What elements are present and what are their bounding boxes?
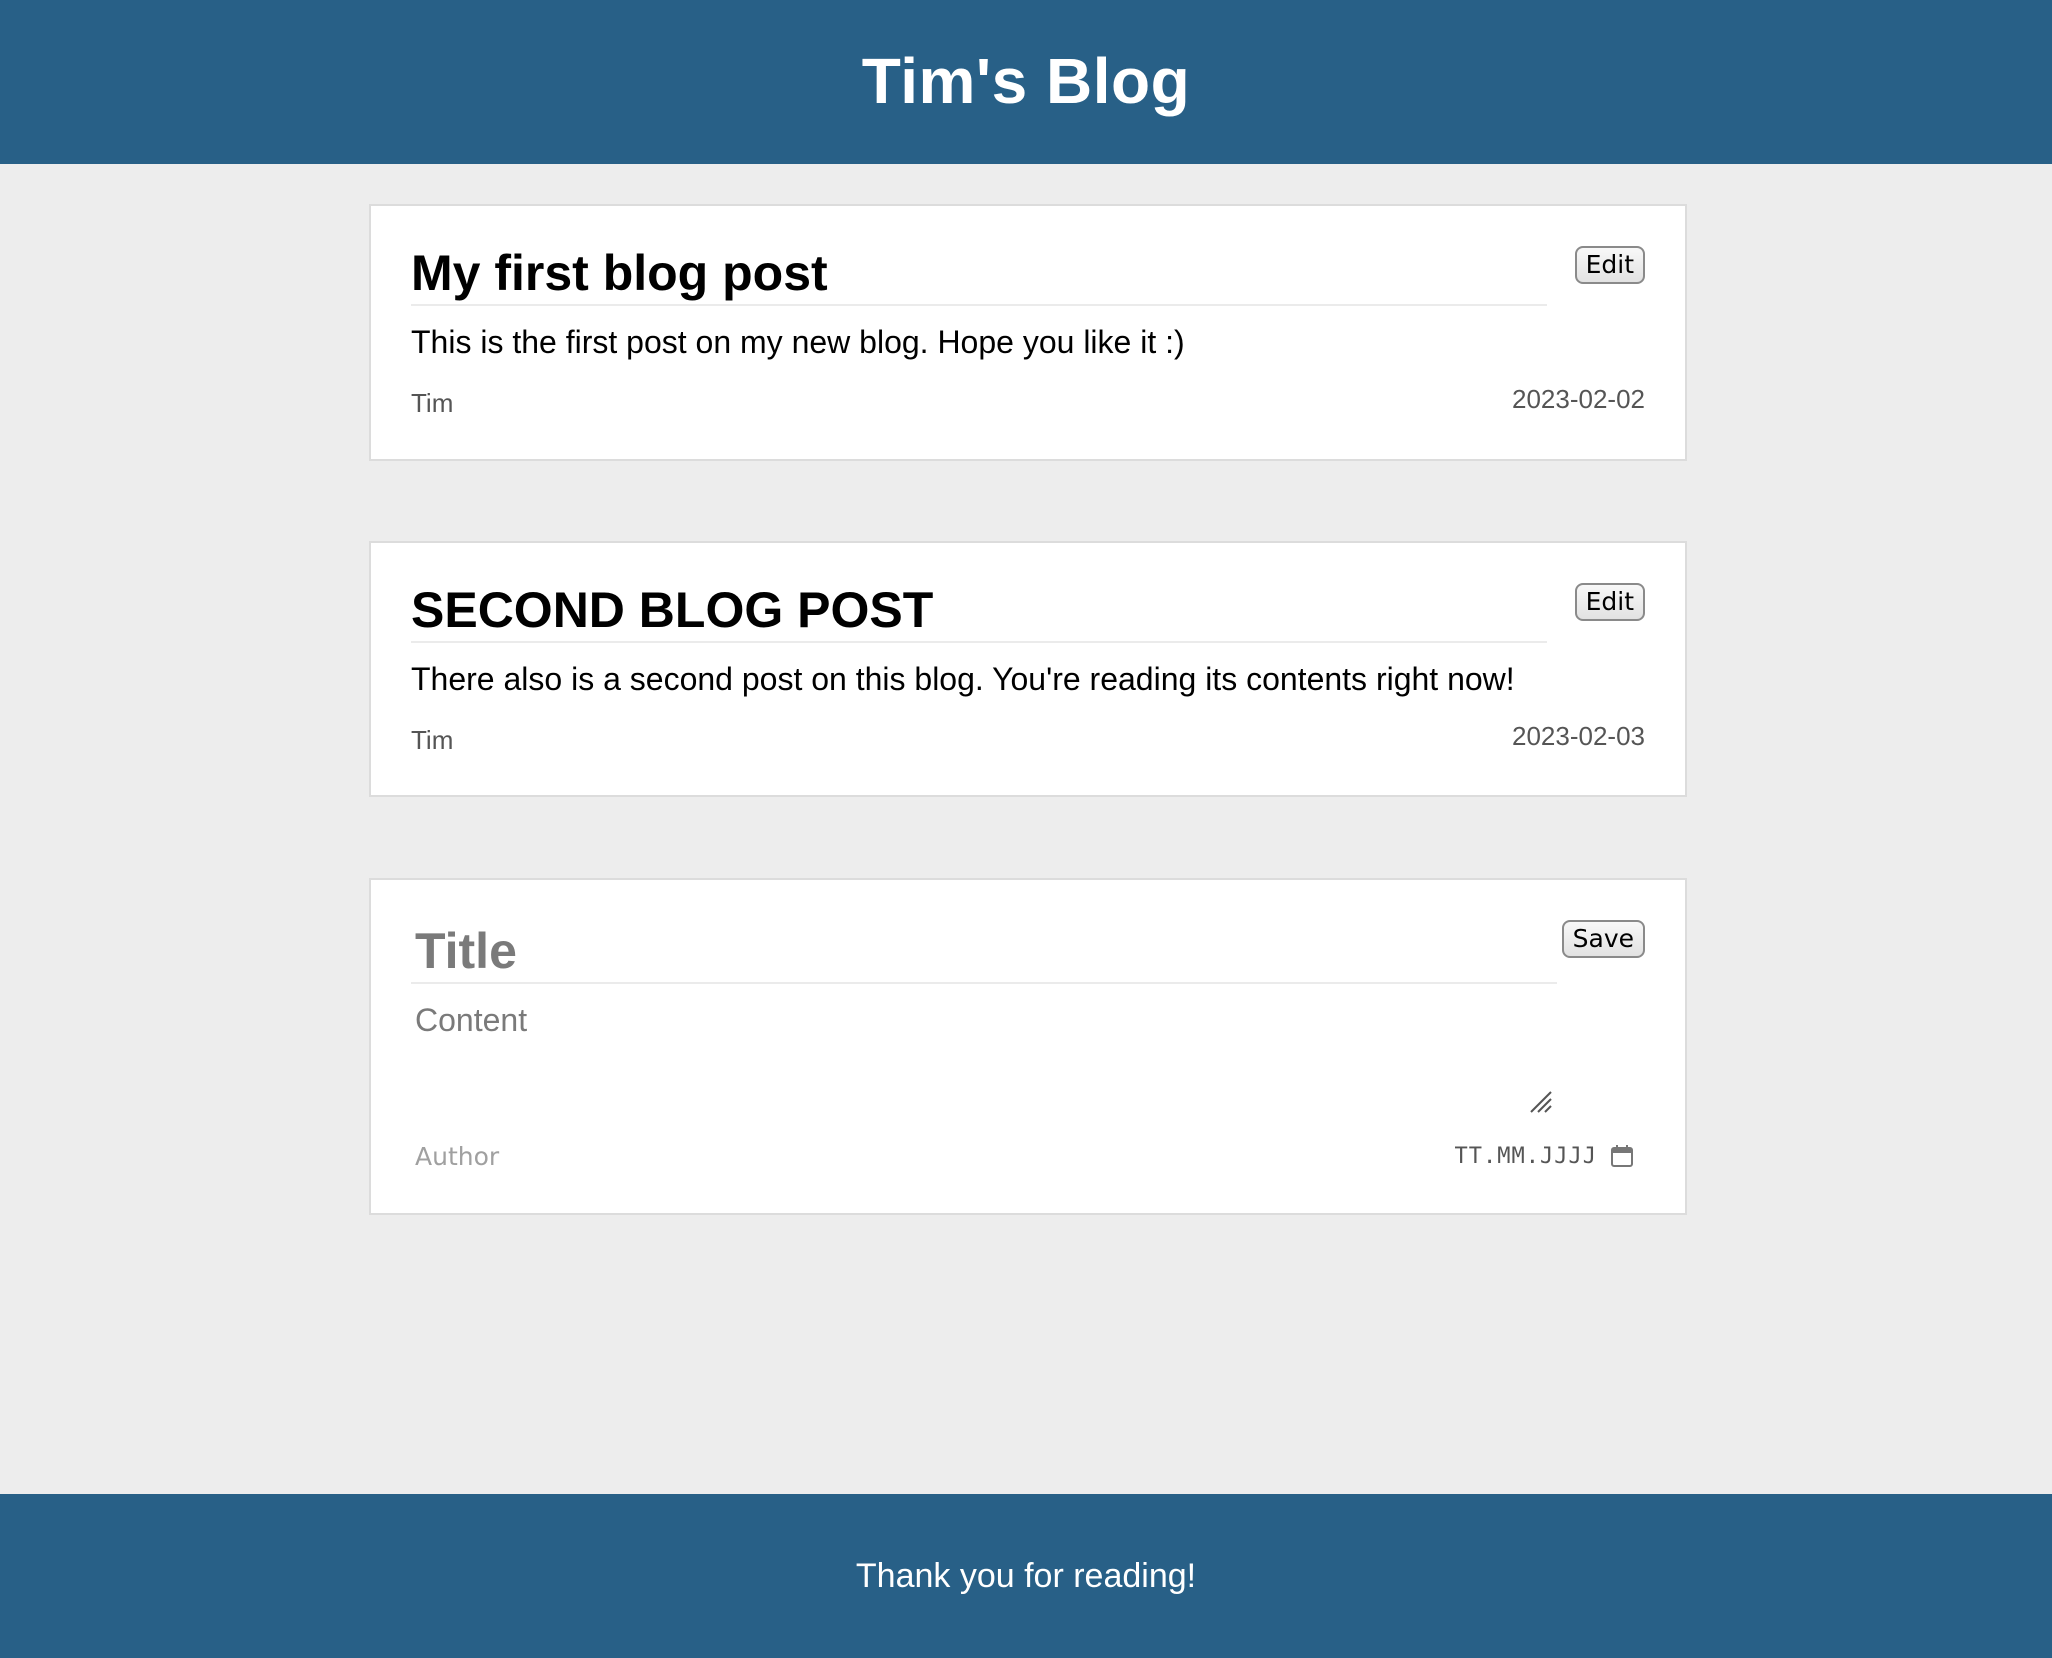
- site-title: Tim's Blog: [861, 45, 1191, 117]
- edit-button[interactable]: Edit: [1574, 246, 1645, 284]
- date-placeholder: TT.MM.JJJJ: [1454, 1143, 1597, 1169]
- new-post-form: Save TT.MM.JJJJ: [369, 878, 1687, 1215]
- resize-handle-icon[interactable]: [1527, 1088, 1553, 1114]
- site-header: Tim's Blog: [0, 0, 2052, 164]
- calendar-icon[interactable]: [1609, 1143, 1635, 1169]
- post-date: 2023-02-02: [1512, 384, 1645, 414]
- edit-button[interactable]: Edit: [1574, 583, 1645, 621]
- post-author: Tim: [411, 388, 454, 418]
- save-button[interactable]: Save: [1561, 920, 1645, 958]
- content-textarea[interactable]: [411, 1002, 1557, 1096]
- title-input[interactable]: [411, 920, 1557, 984]
- post-title: SECOND BLOG POST: [411, 579, 1547, 643]
- author-input[interactable]: [411, 1136, 811, 1176]
- blog-post-card: SECOND BLOG POST Edit There also is a se…: [369, 541, 1687, 797]
- date-input[interactable]: TT.MM.JJJJ: [1455, 1136, 1635, 1176]
- site-footer: Thank you for reading!: [0, 1494, 2052, 1658]
- footer-text: Thank you for reading!: [855, 1556, 1197, 1595]
- post-author: Tim: [411, 725, 454, 755]
- page: Tim's Blog My first blog post Edit This …: [0, 0, 2052, 1658]
- blog-post-card: My first blog post Edit This is the firs…: [369, 204, 1687, 461]
- post-content: There also is a second post on this blog…: [411, 661, 1515, 697]
- post-title: My first blog post: [411, 242, 1547, 306]
- post-content: This is the first post on my new blog. H…: [411, 324, 1185, 360]
- post-date: 2023-02-03: [1512, 721, 1645, 751]
